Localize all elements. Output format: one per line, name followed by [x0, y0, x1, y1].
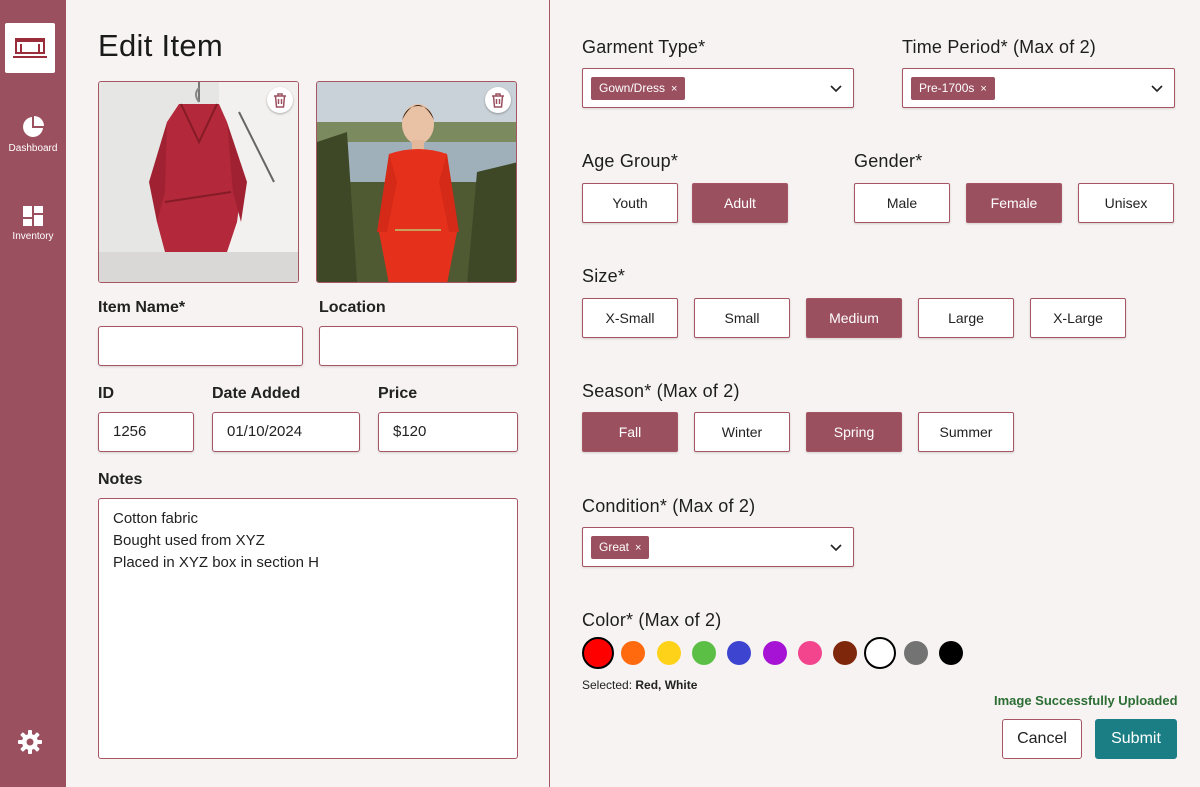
remove-chip-icon[interactable]: ×: [635, 542, 641, 554]
size-xlarge-option[interactable]: X-Large: [1030, 298, 1126, 338]
garment-type-chip[interactable]: Gown/Dress ×: [591, 77, 686, 100]
price-input[interactable]: $120: [378, 412, 518, 452]
delete-photo-2-button[interactable]: [485, 87, 511, 113]
color-swatch-red[interactable]: [582, 637, 614, 669]
museum-logo: [5, 23, 55, 73]
season-winter-option[interactable]: Winter: [694, 412, 790, 452]
date-added-label: Date Added: [212, 385, 301, 402]
size-small-option[interactable]: Small: [694, 298, 790, 338]
color-swatch-gray[interactable]: [903, 641, 928, 665]
grid-icon: [23, 206, 43, 226]
nav-inventory[interactable]: Inventory: [0, 205, 66, 242]
season-label: Season* (Max of 2): [582, 381, 740, 401]
garment-type-select[interactable]: Gown/Dress ×: [582, 68, 854, 108]
gender-label: Gender*: [854, 151, 923, 171]
selected-colors-text: Selected: Red, White: [582, 678, 698, 692]
color-swatch-orange[interactable]: [621, 641, 646, 665]
season-fall-option[interactable]: Fall: [582, 412, 678, 452]
chevron-down-icon: [830, 85, 842, 93]
chevron-down-icon: [1151, 85, 1163, 93]
submit-button[interactable]: Submit: [1095, 719, 1177, 759]
time-period-label: Time Period* (Max of 2): [902, 37, 1097, 57]
location-input[interactable]: [319, 326, 518, 366]
gender-male-option[interactable]: Male: [854, 183, 950, 223]
nav-dashboard-label: Dashboard: [8, 143, 58, 154]
notes-line: Bought used from XYZ: [113, 532, 265, 549]
age-group-label: Age Group*: [582, 151, 679, 171]
size-large-option[interactable]: Large: [918, 298, 1014, 338]
color-swatch-green[interactable]: [691, 641, 716, 665]
settings-button[interactable]: [17, 729, 43, 760]
season-spring-option[interactable]: Spring: [806, 412, 902, 452]
color-swatch-blue[interactable]: [727, 641, 752, 665]
remove-chip-icon[interactable]: ×: [671, 83, 677, 95]
upload-status-message: Image Successfully Uploaded: [994, 693, 1178, 708]
chevron-down-icon: [830, 544, 842, 552]
panel-divider: [549, 0, 550, 787]
color-swatch-pink[interactable]: [797, 641, 822, 665]
garment-type-label: Garment Type*: [582, 37, 706, 57]
time-period-select[interactable]: Pre-1700s ×: [902, 68, 1175, 108]
id-input[interactable]: 1256: [98, 412, 194, 452]
color-swatch-brown[interactable]: [833, 641, 858, 665]
nav-inventory-label: Inventory: [12, 231, 54, 242]
color-swatch-black[interactable]: [939, 641, 963, 665]
gender-female-option[interactable]: Female: [966, 183, 1062, 223]
item-name-label: Item Name*: [98, 299, 186, 316]
notes-line: Cotton fabric: [113, 510, 199, 527]
cancel-button[interactable]: Cancel: [1002, 719, 1082, 759]
notes-line: Placed in XYZ box in section H: [113, 554, 319, 571]
page-title: Edit Item: [98, 28, 224, 63]
gender-unisex-option[interactable]: Unisex: [1078, 183, 1174, 223]
size-medium-option[interactable]: Medium: [806, 298, 902, 338]
item-photo-2: [316, 81, 517, 283]
notes-label: Notes: [98, 471, 143, 488]
sidebar: Dashboard Inventory: [0, 0, 66, 787]
remove-chip-icon[interactable]: ×: [980, 83, 986, 95]
time-period-chip[interactable]: Pre-1700s ×: [911, 77, 995, 100]
item-photo-1: [98, 81, 299, 283]
pie-chart-icon: [23, 116, 44, 137]
trash-icon: [274, 92, 286, 108]
notes-textarea[interactable]: Cotton fabric Bought used from XYZ Place…: [98, 498, 518, 759]
item-name-input[interactable]: [98, 326, 303, 366]
season-summer-option[interactable]: Summer: [918, 412, 1014, 452]
age-youth-option[interactable]: Youth: [582, 183, 678, 223]
id-label: ID: [98, 385, 114, 402]
condition-label: Condition* (Max of 2): [582, 496, 756, 516]
color-swatch-white[interactable]: [864, 637, 897, 669]
date-added-input[interactable]: 01/10/2024: [212, 412, 360, 452]
color-swatch-yellow[interactable]: [656, 641, 681, 665]
price-label: Price: [378, 385, 418, 402]
color-swatch-purple[interactable]: [762, 641, 787, 665]
condition-select[interactable]: Great ×: [582, 527, 854, 567]
location-label: Location: [319, 299, 386, 316]
size-xsmall-option[interactable]: X-Small: [582, 298, 678, 338]
trash-icon: [492, 92, 504, 108]
size-label: Size*: [582, 266, 626, 286]
gear-icon: [18, 730, 42, 754]
nav-dashboard[interactable]: Dashboard: [0, 115, 66, 154]
condition-chip[interactable]: Great ×: [591, 536, 650, 559]
red-wrap-dress-hanging-image: [99, 82, 298, 282]
color-label: Color* (Max of 2): [582, 610, 722, 630]
delete-photo-1-button[interactable]: [267, 87, 293, 113]
age-adult-option[interactable]: Adult: [692, 183, 788, 223]
model-in-red-dress-image: [317, 82, 516, 282]
